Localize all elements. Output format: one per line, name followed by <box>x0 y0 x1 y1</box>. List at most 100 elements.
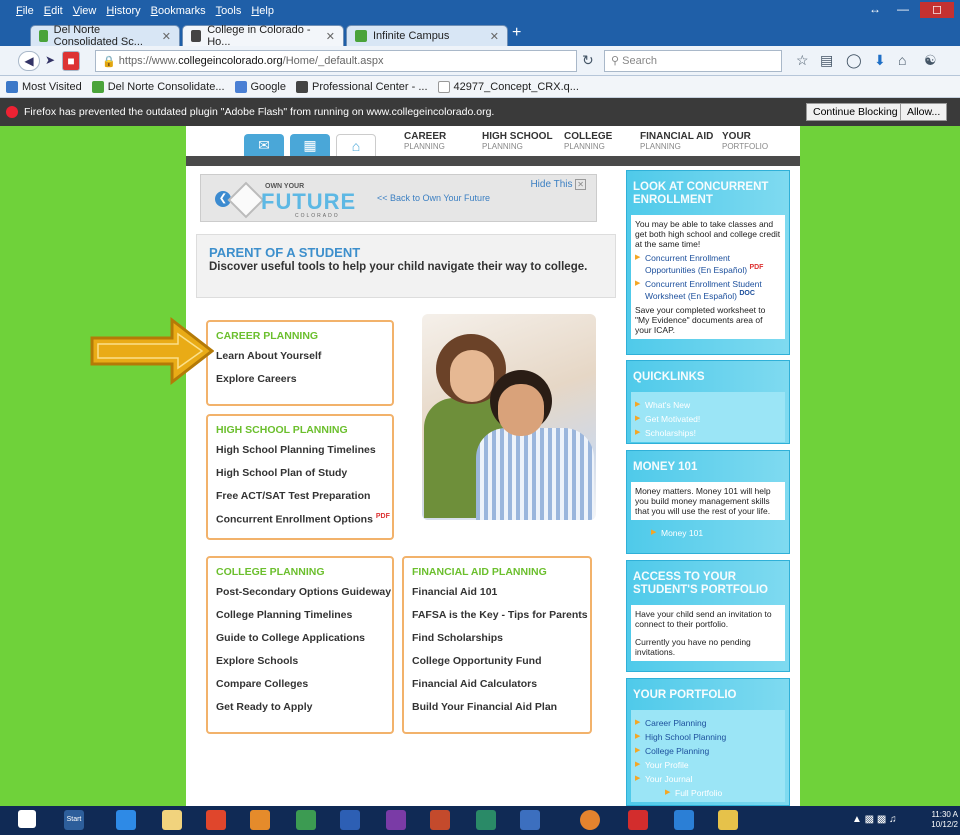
explore-careers-link[interactable]: Explore Careers <box>216 373 392 385</box>
system-tray-icons[interactable]: ▲ ▩ ▩ ♫ <box>852 814 897 825</box>
excel-icon[interactable] <box>296 810 316 830</box>
high-school-planning-box: HIGH SCHOOL PLANNING High School Plannin… <box>206 414 394 540</box>
high-school-plan-of-study-link[interactable]: High School Plan of Study <box>216 467 392 479</box>
learn-about-yourself-link[interactable]: Learn About Yourself <box>216 350 392 362</box>
own-your-future-logo[interactable]: ❮ OWN YOUR FUTURE COLORADO <box>209 181 355 219</box>
nav-college-planning[interactable]: COLLEGE PLANNING <box>564 132 612 152</box>
get-motivated-link[interactable]: Get Motivated! <box>635 414 781 424</box>
word-icon[interactable] <box>340 810 360 830</box>
powerpoint-icon[interactable] <box>430 810 450 830</box>
fafsa-tips-link[interactable]: FAFSA is the Key - Tips for Parents <box>412 609 590 621</box>
chrome-icon[interactable] <box>206 810 226 830</box>
reading-list-icon[interactable]: ▤ <box>820 52 833 69</box>
post-secondary-guideway-link[interactable]: Post-Secondary Options Guideway <box>216 586 392 598</box>
college-planning-timelines-link[interactable]: College Planning Timelines <box>216 609 392 621</box>
concurrent-enrollment-options-link[interactable]: Concurrent Enrollment Options PDF <box>216 513 392 526</box>
concurrent-worksheet-link[interactable]: Concurrent Enrollment Student Worksheet … <box>635 279 781 301</box>
url-bar[interactable]: 🔒 https://www. collegeincolorado.org /Ho… <box>95 50 577 72</box>
portfolio-high-school-planning-link[interactable]: High School Planning <box>635 732 781 742</box>
back-icon[interactable]: ◀ <box>18 51 40 71</box>
calendar-icon[interactable]: ▦ <box>290 134 330 158</box>
allow-button[interactable]: Allow... <box>900 103 948 121</box>
sync-icon[interactable] <box>674 810 694 830</box>
get-ready-to-apply-link[interactable]: Get Ready to Apply <box>216 701 392 713</box>
download-icon[interactable]: ⬇ <box>874 52 886 69</box>
menu-file[interactable]: File <box>16 5 34 17</box>
menu-help[interactable]: Help <box>251 5 274 17</box>
portfolio-college-planning-link[interactable]: College Planning <box>635 746 781 756</box>
menu-tools[interactable]: Tools <box>216 5 242 17</box>
quicklinks-list: What's New Get Motivated! Scholarships! <box>631 392 785 442</box>
explore-schools-link[interactable]: Explore Schools <box>216 655 392 667</box>
financial-aid-101-link[interactable]: Financial Aid 101 <box>412 586 590 598</box>
windows-start-icon[interactable] <box>18 810 36 828</box>
nav-high-school-planning[interactable]: HIGH SCHOOL PLANNING <box>482 132 553 152</box>
guide-to-applications-link[interactable]: Guide to College Applications <box>216 632 392 644</box>
scholarships-link[interactable]: Scholarships! <box>635 428 781 438</box>
home-icon[interactable]: ⌂ <box>898 52 906 68</box>
menu-history[interactable]: History <box>106 5 140 17</box>
bookmark-most-visited[interactable]: Most Visited <box>6 80 82 93</box>
file-explorer-icon[interactable] <box>162 810 182 830</box>
bookmark-professional-center[interactable]: Professional Center - ... <box>295 80 428 93</box>
bookmark-concept[interactable]: 42977_Concept_CRX.q... <box>437 80 579 93</box>
continue-blocking-button[interactable]: Continue Blocking <box>806 103 905 121</box>
reload-icon[interactable]: ↻ <box>582 52 594 69</box>
full-portfolio-link[interactable]: Full Portfolio <box>665 788 781 798</box>
bookmark-google[interactable]: Google <box>234 80 286 93</box>
high-school-timelines-link[interactable]: High School Planning Timelines <box>216 444 392 456</box>
money-101-link[interactable]: Money 101 <box>651 528 789 538</box>
acrobat-icon[interactable] <box>628 810 648 830</box>
menu-view[interactable]: View <box>73 5 97 17</box>
hide-this-link[interactable]: Hide This ✕ <box>530 179 586 190</box>
home-icon[interactable]: ⌂ <box>336 134 376 158</box>
firefox-icon[interactable] <box>580 810 600 830</box>
nav-financial-aid-planning[interactable]: FINANCIAL AID PLANNING <box>640 132 713 152</box>
bookmark-del-norte[interactable]: Del Norte Consolidate... <box>91 80 225 93</box>
money-101-panel: MONEY 101 Money matters. Money 101 will … <box>626 450 790 554</box>
restore-icon[interactable]: ↔ <box>864 2 886 18</box>
nav-sub: PLANNING <box>564 142 605 151</box>
financial-aid-calculators-link[interactable]: Financial Aid Calculators <box>412 678 590 690</box>
forward-icon[interactable]: ➤ <box>42 51 58 71</box>
start-screen-button[interactable]: Start <box>64 810 84 830</box>
close-tab-icon[interactable]: ✕ <box>154 30 171 43</box>
identity-icon[interactable]: ■ <box>62 51 80 71</box>
star-icon[interactable]: ☆ <box>796 52 809 69</box>
menu-bookmarks[interactable]: Bookmarks <box>151 5 206 17</box>
portfolio-your-profile-link[interactable]: Your Profile <box>635 760 781 770</box>
tab-college-in-colorado[interactable]: College in Colorado - Ho... ✕ <box>182 24 344 48</box>
tab-del-norte[interactable]: Del Norte Consolidated Sc... ✕ <box>30 24 180 48</box>
whats-new-link[interactable]: What's New <box>635 400 781 410</box>
internet-explorer-icon[interactable] <box>116 810 136 830</box>
new-tab-button[interactable]: + <box>512 24 521 42</box>
nav-career-planning[interactable]: CAREER PLANNING <box>404 132 446 152</box>
minimize-icon[interactable]: — <box>892 2 914 18</box>
portfolio-career-planning-link[interactable]: Career Planning <box>635 718 781 728</box>
tab-infinite-campus[interactable]: Infinite Campus ✕ <box>346 25 508 46</box>
portfolio-your-journal-link[interactable]: Your Journal <box>635 774 781 784</box>
network-icon[interactable] <box>520 810 540 830</box>
college-opportunity-fund-link[interactable]: College Opportunity Fund <box>412 655 590 667</box>
publisher-icon[interactable] <box>476 810 496 830</box>
nav-your-portfolio[interactable]: YOUR PORTFOLIO <box>722 132 768 152</box>
close-tab-icon[interactable]: ✕ <box>482 30 499 43</box>
back-to-own-your-future-link[interactable]: << Back to Own Your Future <box>377 193 490 203</box>
find-scholarships-link[interactable]: Find Scholarships <box>412 632 590 644</box>
close-tab-icon[interactable]: ✕ <box>318 30 335 43</box>
menu-icon[interactable]: ☯ <box>924 52 937 69</box>
onenote-icon[interactable] <box>386 810 406 830</box>
menu-edit[interactable]: Edit <box>44 5 63 17</box>
build-financial-aid-plan-link[interactable]: Build Your Financial Aid Plan <box>412 701 590 713</box>
email-icon[interactable]: ✉ <box>244 134 284 158</box>
sticky-notes-icon[interactable] <box>718 810 738 830</box>
pocket-icon[interactable]: ◯ <box>846 52 862 69</box>
concurrent-opportunities-link[interactable]: Concurrent Enrollment Opportunities (En … <box>635 253 781 275</box>
outlook-icon[interactable] <box>250 810 270 830</box>
system-clock[interactable]: 11:30 A 10/12/2 <box>931 810 958 830</box>
search-input[interactable]: ⚲ Search <box>604 50 782 72</box>
compare-colleges-link[interactable]: Compare Colleges <box>216 678 392 690</box>
url-host: collegeincolorado.org <box>178 55 283 67</box>
maximize-icon[interactable]: ◻ <box>920 2 954 18</box>
act-sat-prep-link[interactable]: Free ACT/SAT Test Preparation <box>216 490 392 502</box>
